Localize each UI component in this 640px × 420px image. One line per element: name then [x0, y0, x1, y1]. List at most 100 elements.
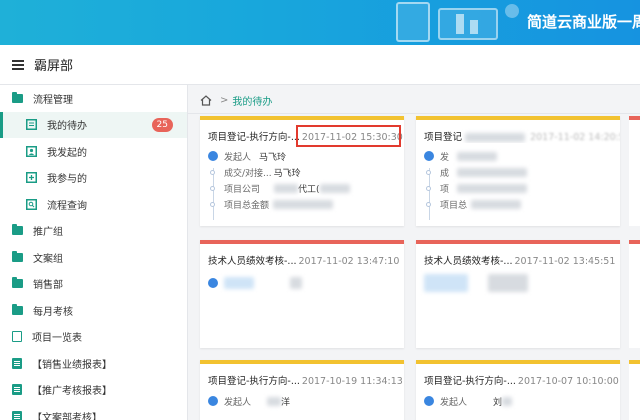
card-title-text: 项目登记-执行方向-...: [208, 376, 300, 387]
sidebar-item-label: 每月考核: [33, 306, 73, 318]
banner-title: 简道云商业版一周年: [527, 13, 640, 31]
sidebar-item-project-overview[interactable]: 项目一览表: [0, 324, 187, 351]
todo-card-partial[interactable]: [629, 116, 640, 226]
todo-card[interactable]: 项目登记-执行方向-... 2017-10-19 11:34:13 发起人 洋: [200, 360, 404, 420]
timeline-dot-icon: [210, 169, 215, 175]
field-value: 洋: [281, 397, 291, 408]
person-icon: [208, 396, 218, 406]
card-status-bar: [629, 360, 640, 364]
timeline-dot-icon: [426, 169, 431, 175]
redacted-text: [224, 277, 254, 289]
person-icon: [424, 396, 434, 406]
card-title: 技术人员绩效考核-... 2017-11-02 13:45:51: [416, 244, 620, 267]
card-title-text: 技术人员绩效考核-...: [424, 256, 513, 267]
circle-illustration: [505, 4, 519, 18]
sidebar-item-my-todo[interactable]: 我的待办 25: [0, 111, 187, 138]
breadcrumb-current[interactable]: 我的待办: [232, 93, 272, 108]
timeline-dot-icon: [210, 185, 215, 191]
folder-icon: [12, 224, 23, 236]
field-value: 马飞玲: [259, 152, 287, 163]
redacted-text: [457, 167, 528, 177]
field-value: 刘: [493, 397, 503, 408]
card-field: [200, 275, 404, 291]
sidebar-item-label: 【销售业绩报表】: [32, 359, 112, 371]
todo-list-icon: [26, 119, 37, 131]
field-label: 项: [440, 184, 450, 195]
sidebar-item-copywriting-group[interactable]: 文案组: [0, 244, 187, 271]
sidebar-item-monthly-review[interactable]: 每月考核: [0, 297, 187, 324]
redacted-text: [290, 277, 302, 289]
todo-card[interactable]: 技术人员绩效考核-... 2017-11-02 13:47:10: [200, 240, 404, 348]
breadcrumb-separator: >: [220, 95, 229, 106]
card-field: 发起人 马飞玲: [200, 148, 404, 164]
card-field: 项目公司 代工(: [200, 180, 404, 196]
field-label: 发起人: [224, 152, 252, 163]
person-icon: [208, 151, 218, 161]
card-title: 项目登记-执行方向-... 2017-10-19 11:34:13: [200, 364, 404, 387]
user-icon: [26, 145, 37, 157]
timeline-dot-icon: [426, 185, 431, 191]
field-label: 发起人: [440, 397, 468, 408]
todo-card-partial[interactable]: [629, 360, 640, 420]
card-status-bar: [629, 116, 640, 120]
redacted-text: [319, 183, 350, 193]
folder-icon: [12, 277, 23, 289]
redacted-text: [274, 183, 299, 193]
sidebar-item-label: 文案组: [33, 253, 63, 265]
field-label: 发起人: [224, 397, 252, 408]
main-content: > 我的待办 项目登记-执行方向-... 2017-11-02 15:30:30 …: [188, 85, 640, 420]
todo-card-partial[interactable]: [629, 240, 640, 348]
redacted-text: [424, 274, 468, 292]
card-time: 2017-11-02 14:20:59: [530, 132, 620, 143]
redacted-text: [273, 199, 334, 209]
card-title-text: 项目登记: [424, 132, 463, 143]
document-icon: [12, 331, 22, 343]
divider: [188, 113, 640, 114]
timeline-dot-icon: [210, 201, 215, 207]
card-field: 成: [416, 164, 620, 180]
todo-card[interactable]: 技术人员绩效考核-... 2017-11-02 13:45:51: [416, 240, 620, 348]
redacted-text: [488, 274, 528, 292]
home-icon[interactable]: [200, 95, 212, 106]
timeline-dot-icon: [426, 201, 431, 207]
field-label: 项目公司: [224, 184, 261, 195]
sidebar-item-promotion-group[interactable]: 推广组: [0, 218, 187, 245]
card-field: 项目总金额: [200, 196, 404, 212]
sidebar-item-my-initiated[interactable]: 我发起的: [0, 138, 187, 165]
card-time: 2017-10-19 11:34:13: [301, 376, 403, 387]
breadcrumb: > 我的待办: [200, 93, 272, 108]
redacted-text: [471, 199, 522, 209]
card-title-text: 项目登记-执行方向-...: [208, 132, 300, 143]
todo-card[interactable]: 项目登记-执行方向-... 2017-10-07 10:10:00 发起人 刘: [416, 360, 620, 420]
sidebar-item-label: 我的待办: [47, 121, 87, 133]
sidebar-item-label: 【推广考核报表】: [32, 386, 112, 398]
app-header: 霸屏部: [0, 45, 640, 85]
sidebar-item-label: 【文案部考核】: [32, 412, 102, 420]
card-field: 发: [416, 148, 620, 164]
card-field: 项目总: [416, 196, 620, 212]
sidebar-item-sales-dept[interactable]: 销售部: [0, 271, 187, 298]
sidebar-item-process-query[interactable]: 流程查询: [0, 191, 187, 218]
field-value: 代工(: [298, 184, 320, 195]
bar-illustration: [456, 14, 464, 34]
sidebar-item-label: 推广组: [33, 227, 63, 239]
todo-count-badge: 25: [151, 117, 173, 132]
sidebar-item-process-management[interactable]: 流程管理: [0, 85, 187, 112]
report-icon: [12, 357, 22, 369]
todo-card[interactable]: 项目登记 2017-11-02 14:20:59 发 成 项 项目总: [416, 116, 620, 226]
redacted-text: [465, 133, 526, 142]
promo-banner[interactable]: 简道云商业版一周年: [0, 0, 640, 45]
redacted-text: [502, 396, 513, 406]
sidebar-item-copywriting-review[interactable]: 【文案部考核】: [0, 403, 187, 420]
sidebar-item-label: 项目一览表: [32, 333, 82, 345]
field-label: 发: [440, 152, 450, 163]
field-value: 马飞玲: [273, 168, 301, 179]
sidebar-item-label: 流程管理: [33, 94, 73, 106]
phone-illustration: [396, 2, 430, 42]
redacted-text: [457, 151, 498, 161]
hamburger-menu-icon[interactable]: [12, 59, 24, 70]
sidebar-item-my-participated[interactable]: 我参与的: [0, 165, 187, 192]
report-icon: [12, 384, 22, 396]
sidebar-item-promotion-report[interactable]: 【推广考核报表】: [0, 377, 187, 404]
sidebar-item-sales-report[interactable]: 【销售业绩报表】: [0, 350, 187, 377]
